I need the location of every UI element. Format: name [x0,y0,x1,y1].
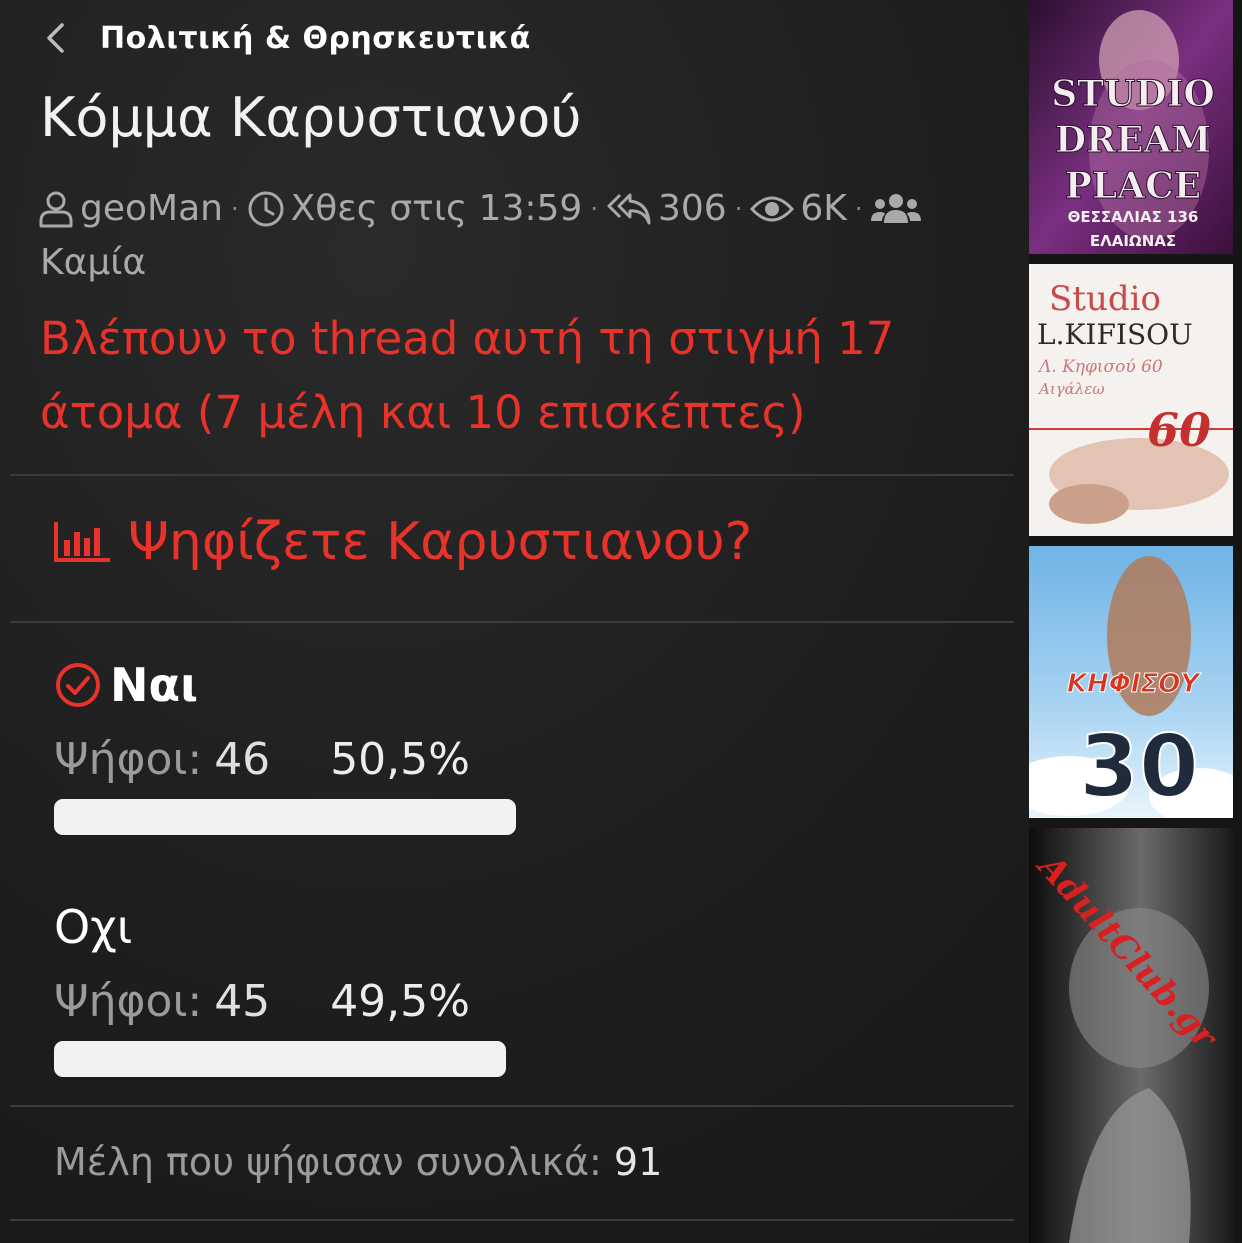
thread-main: Πολιτική & Θρησκευτικά Κόμμα Καρυστιανού… [0,0,1022,1243]
meta-author[interactable]: geoMan [38,186,223,232]
ad-image: AdultClub.gr [1029,828,1233,1243]
ad-text: ΕΛΑΙΩΝΑΣ [1090,232,1176,250]
reply-count: 306 [657,188,727,229]
total-value: 91 [613,1140,663,1184]
poll-option-stats: Ψήφοι: 46 50,5% [54,734,654,785]
poll-result-bar [54,799,516,835]
back-button[interactable] [44,18,78,58]
ad-image: ΚΗΦΙΣΟΥ 30 [1029,546,1233,818]
clock-icon [248,191,284,227]
divider [10,1105,1014,1107]
poll-option-label: Ναι [110,658,199,712]
meta-replies: 306 [606,186,727,232]
poll-title: Ψηφίζετε Καρυστιανου? [52,512,752,572]
ad-sidebar: STUDIO DREAM PLACE ΘΕΣΣΑΛΙΑΣ 136 ΕΛΑΙΩΝΑ… [1029,0,1242,1243]
votes-label: Ψήφοι: [54,976,203,1027]
chevron-left-icon [47,23,64,53]
ad-banner-studio-dream-place[interactable]: STUDIO DREAM PLACE ΘΕΣΣΑΛΙΑΣ 136 ΕΛΑΙΩΝΑ… [1029,0,1233,254]
votes-percent: 50,5% [330,734,470,785]
ad-text: 60 [1147,403,1211,457]
ad-banner-studio-l-kifisou[interactable]: Studio L.KIFISOU Λ. Κηφισού 60 Αιγάλεω 6… [1029,264,1233,536]
user-icon [39,191,73,228]
users-icon [871,194,922,223]
poll-option-label-row: Οχι [54,900,654,954]
ad-text: ΚΗΦΙΣΟΥ [1067,669,1203,699]
breadcrumb-category[interactable]: Πολιτική & Θρησκευτικά [100,21,531,56]
ad-banner-kifisou-30[interactable]: ΚΗΦΙΣΟΥ 30 [1029,546,1233,818]
check-circle-icon [56,663,100,707]
poll-option[interactable]: Οχι Ψήφοι: 45 49,5% [54,900,654,1077]
meta-separator: · [590,195,598,223]
view-count: 6K [800,188,847,229]
meta-separator: · [230,195,239,223]
header-bar: Πολιτική & Θρησκευτικά [44,14,531,62]
meta-separator: · [734,195,743,223]
ad-text: DREAM [1055,119,1211,161]
participants-value: Καμία [40,242,147,283]
poll-option-stats: Ψήφοι: 45 49,5% [54,976,654,1027]
votes-count: 45 [214,976,271,1027]
thread-meta: geoMan · Χθες στις 13:59 · 306 · 6K · [38,186,998,232]
poll-result-bar [54,1041,506,1077]
reply-all-icon [607,193,651,225]
poll-option-label: Οχι [54,900,133,954]
author-name: geoMan [80,188,223,229]
page: Πολιτική & Θρησκευτικά Κόμμα Καρυστιανού… [0,0,1242,1243]
ad-text: L.KIFISOU [1037,318,1193,351]
poll-option-label-row: Ναι [54,658,654,712]
divider [10,474,1014,476]
ad-image: Studio L.KIFISOU Λ. Κηφισού 60 Αιγάλεω 6… [1029,264,1233,536]
total-label: Μέλη που ψήφισαν συνολικά: [54,1140,602,1184]
ad-image: STUDIO DREAM PLACE ΘΕΣΣΑΛΙΑΣ 136 ΕΛΑΙΩΝΑ… [1029,0,1233,254]
meta-views: 6K [750,186,847,232]
ad-text: ΘΕΣΣΑΛΙΑΣ 136 [1068,208,1199,226]
ad-text: Studio [1049,279,1161,319]
ad-text: STUDIO [1051,73,1215,115]
viewers-notice: Βλέπουν το thread αυτή τη στιγμή 17 άτομ… [40,312,895,439]
meta-separator: · [854,195,863,223]
votes-count: 46 [214,734,271,785]
divider [10,621,1014,623]
ad-text: PLACE [1065,165,1201,207]
meta-participants [870,191,928,227]
divider [10,1219,1014,1221]
ad-text: Λ. Κηφισού 60 [1037,357,1163,377]
ad-text: Αιγάλεω [1037,380,1105,398]
poll-option[interactable]: Ναι Ψήφοι: 46 50,5% [54,658,654,835]
votes-percent: 49,5% [330,976,470,1027]
poll-total: Μέλη που ψήφισαν συνολικά: 91 [54,1140,662,1184]
post-time: Χθες στις 13:59 [290,188,583,229]
eye-icon [750,196,795,222]
bar-chart-icon [54,522,110,562]
poll-question: Ψηφίζετε Καρυστιανου? [128,512,753,572]
votes-label: Ψήφοι: [54,734,203,785]
ad-banner-adultclub[interactable]: AdultClub.gr [1029,828,1233,1243]
thread-title: Κόμμα Καρυστιανού [40,86,582,149]
ad-text: 30 [1079,717,1199,817]
meta-time: Χθες στις 13:59 [247,186,583,232]
